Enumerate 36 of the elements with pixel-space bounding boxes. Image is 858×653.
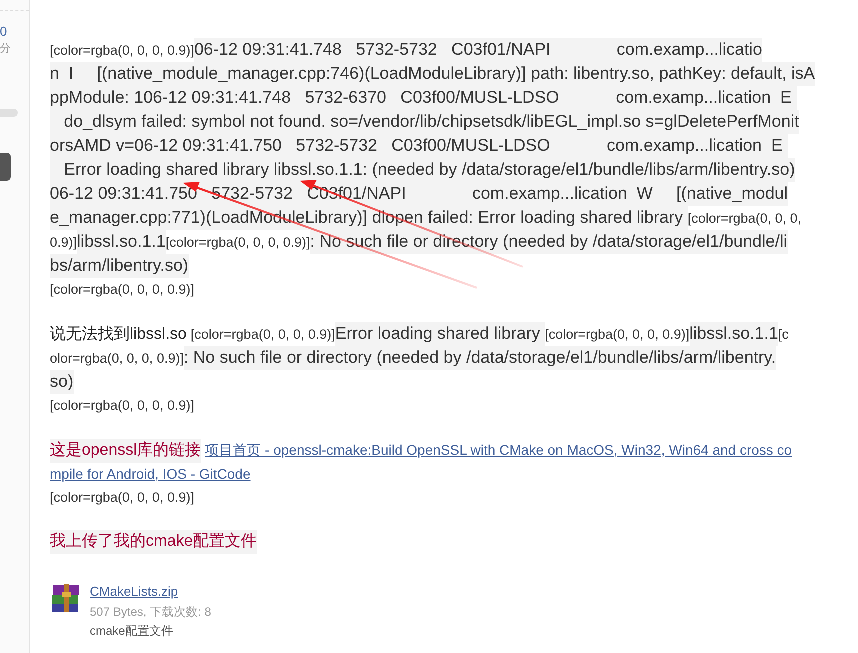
markup-tag: [color=rgba(0, 0, 0, [688,207,802,231]
log-text: do_dlsym failed: symbol not found. so=/vendor/lib/chipsetsdk/libEGL_impl.so s=glDeletePerfMonit [50,110,800,134]
log-text: : No such file or directory (needed by /data/storage/el1/bundle/libs/arm/libentry. [184,346,776,370]
log-text: 06-12 09:31:41.748 5732-5732 C03f01/NAPI com.examp...licatio [194,38,762,62]
log-text: n I [(native_module_manager.cpp:746)(LoadModuleLibrary)] path: libentry.so, pathKey: default, isA [50,62,816,86]
highlighted-text: 这是openssl库的链接 [50,439,202,463]
markup-tag: 0.9)] [50,231,78,255]
attachment-description: cmake配置文件 [90,623,174,640]
log-text: : No such file or directory (needed by /data/storage/el1/bundle/li [310,230,788,254]
archive-icon [50,582,82,614]
markup-tag: [color=rgba(0, 0, 0, 0.9)] [50,394,194,418]
markup-tag: [color=rgba(0, 0, 0, 0.9)] [50,486,194,510]
markup-tag: [color=rgba(0, 0, 0, 0.9)] [166,231,310,255]
markup-tag: [color=rgba(0, 0, 0, 0.9)] [545,323,690,347]
log-text: bs/arm/libentry.so) [50,254,189,278]
log-text: ppModule: 106-12 09:31:41.748 5732-6370 C03f00/MUSL-LDSO com.examp...lication E [50,86,797,110]
log-text: so) [50,370,74,394]
markup-tag: [color=rgba(0, 0, 0, 0.9)] [50,278,194,302]
log-text: Error loading shared library libssl.so.1.1: (needed by /data/storage/el1/bundle/libs/arm/libentry.so) [50,158,796,182]
sidebar-block [0,153,11,181]
log-text: Error loading shared library [335,322,546,346]
attachment-meta: 507 Bytes, 下载次数: 8 [90,604,212,621]
highlighted-text: 我上传了我的cmake配置文件 [50,530,258,554]
sidebar-text: 0 [0,23,8,41]
log-text: orsAMD v=06-12 09:31:41.750 5732-5732 C03f00/MUSL-LDSO com.examp...lication E [50,134,788,158]
project-link[interactable]: mpile for Android, IOS - GitCode [50,462,251,486]
markup-tag: olor=rgba(0, 0, 0, 0.9)] [50,347,184,371]
sidebar-text: 分 [0,42,12,57]
attachment-link[interactable]: CMakeLists.zip [90,582,212,602]
markup-tag: [color=rgba(0, 0, 0, 0.9)] [190,323,336,347]
log-text: libssl.so.1.1 [690,322,778,346]
log-text: libssl.so.1.1 [77,230,166,254]
body-text: 说无法找到libssl.so [50,324,187,345]
project-link[interactable]: 项目首页 - openssl-cmake:Build OpenSSL with CMake on MacOS, Win32, Win64 and cross co [205,438,792,462]
markup-tag: [c [778,323,789,347]
markup-tag: [color=rgba(0, 0, 0, 0.9)] [50,39,194,63]
